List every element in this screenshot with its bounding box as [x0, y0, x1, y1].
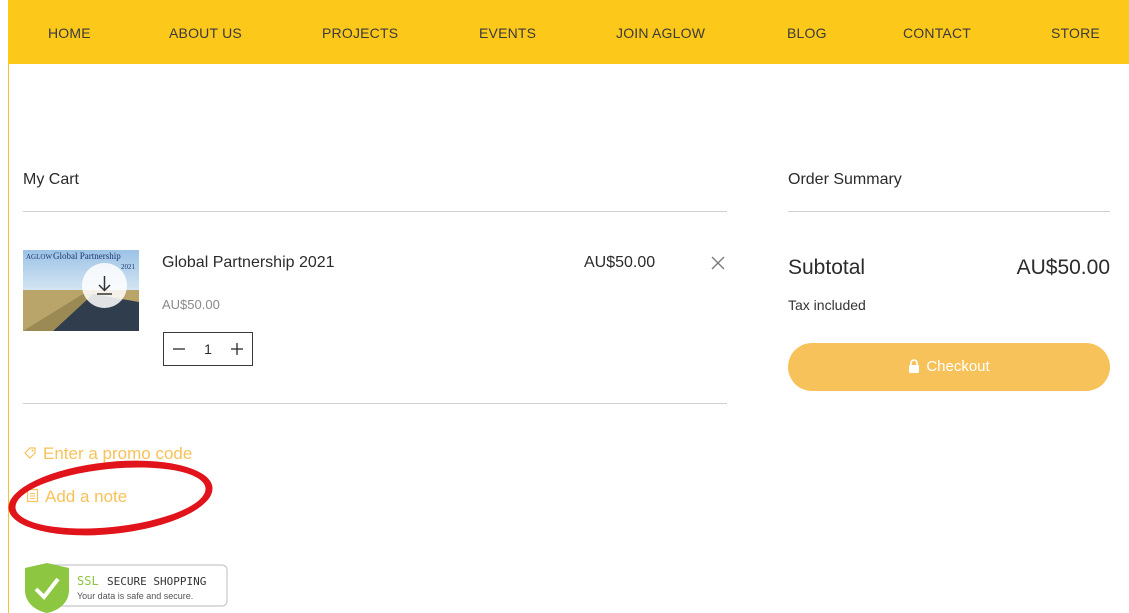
quantity-decrease-button[interactable] [170, 339, 188, 359]
tag-icon [23, 445, 37, 465]
quantity-value[interactable]: 1 [200, 341, 216, 357]
plus-icon [231, 343, 243, 355]
close-icon [711, 256, 725, 270]
annotation-circle [4, 451, 217, 545]
quantity-stepper: 1 [163, 332, 253, 366]
download-button[interactable] [82, 263, 127, 308]
download-icon [97, 276, 112, 295]
badge-subtext: Your data is safe and secure. [77, 591, 193, 601]
nav-blog[interactable]: BLOG [787, 25, 827, 41]
lock-icon [908, 345, 920, 393]
checkout-label: Checkout [926, 358, 990, 375]
quantity-increase-button[interactable] [228, 339, 246, 359]
cart-title: My Cart [23, 171, 79, 188]
summary-divider [788, 211, 1110, 212]
promo-code-label: Enter a promo code [43, 444, 193, 463]
nav-events[interactable]: EVENTS [479, 25, 536, 41]
badge-secure-text: SECURE SHOPPING [107, 575, 206, 588]
minus-icon [173, 348, 185, 350]
cart-divider-top [23, 211, 727, 212]
ssl-secure-badge: SSL SECURE SHOPPING Your data is safe an… [25, 563, 228, 613]
nav-home[interactable]: HOME [48, 25, 91, 41]
product-name[interactable]: Global Partnership 2021 [162, 254, 335, 272]
remove-item-button[interactable] [709, 254, 727, 272]
image-logo-text: AGLOW [26, 253, 52, 261]
badge-ssl-text: SSL [77, 574, 99, 588]
nav-projects[interactable]: PROJECTS [322, 25, 398, 41]
product-unit-price: AU$50.00 [162, 297, 220, 312]
nav-contact[interactable]: CONTACT [903, 25, 971, 41]
nav-join-aglow[interactable]: JOIN AGLOW [616, 25, 705, 41]
tax-note: Tax included [788, 297, 866, 313]
checkout-button[interactable]: Checkout [788, 343, 1110, 391]
left-border [8, 64, 9, 613]
subtotal-label: Subtotal [788, 256, 866, 279]
subtotal-value: AU$50.00 [1016, 256, 1110, 279]
nav-store[interactable]: STORE [1051, 25, 1100, 41]
product-line-price: AU$50.00 [584, 254, 656, 271]
top-navigation: HOME ABOUT US PROJECTS EVENTS JOIN AGLOW… [8, 0, 1129, 64]
order-summary-title: Order Summary [788, 171, 902, 188]
image-title-text: Global Partnership [53, 251, 121, 261]
cart-divider-bottom [23, 403, 727, 404]
nav-about-us[interactable]: ABOUT US [169, 25, 242, 41]
